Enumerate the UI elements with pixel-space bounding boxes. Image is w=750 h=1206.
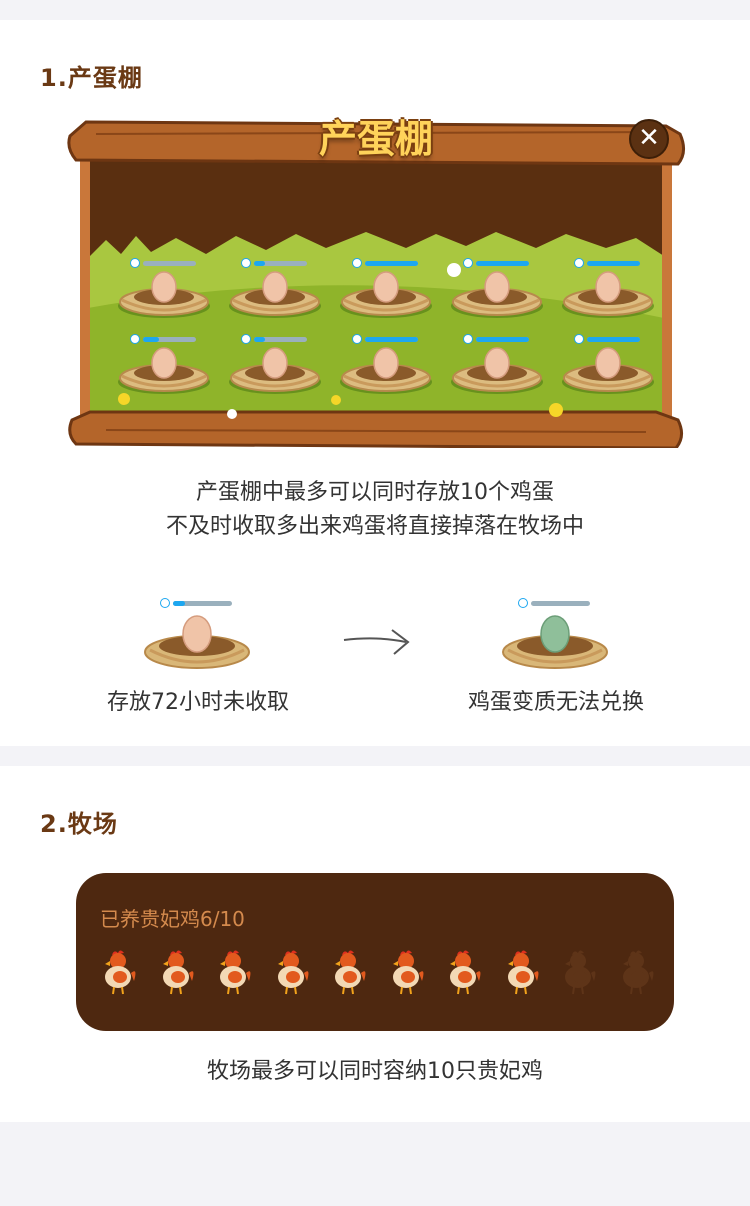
hen-icon (443, 947, 483, 995)
ranch-panel: 已养贵妃鸡6/10 (76, 873, 674, 1031)
spoiled-egg-caption: 鸡蛋变质无法兑换 (467, 690, 644, 715)
clock-icon (130, 334, 140, 344)
nest-timer (352, 334, 418, 344)
hen-empty-slot-icon (558, 947, 598, 995)
nest-timer (352, 258, 418, 268)
fresh-egg-timer (160, 598, 232, 608)
hen-icon (386, 947, 426, 995)
timer-fill (476, 337, 529, 342)
nest-timer (130, 334, 196, 344)
timer-fill (254, 337, 265, 342)
timer-track (143, 261, 196, 266)
clock-icon (574, 334, 584, 344)
egg-nest[interactable] (338, 270, 434, 320)
timer-fill (365, 337, 418, 342)
ranch-desc: 牧场最多可以同时容纳10只贵妃鸡 (207, 1059, 543, 1084)
nest-timer (130, 258, 196, 268)
clock-icon (352, 334, 362, 344)
timer-fill (587, 261, 640, 266)
clock-icon (352, 258, 362, 268)
fresh-egg-nest (144, 615, 250, 669)
hen-icon (501, 947, 541, 995)
clock-icon (518, 598, 528, 608)
clock-icon (241, 258, 251, 268)
section-title-ranch: 2.牧场 (40, 810, 118, 838)
egg-nest[interactable] (227, 346, 323, 396)
egg-shed-board: 产蛋棚 ✕ (66, 108, 686, 448)
hen-empty-slot-icon (616, 947, 656, 995)
timer-track (531, 601, 590, 606)
egg-nest[interactable] (227, 270, 323, 320)
hen-icon (98, 947, 138, 995)
section-title-shed: 1.产蛋棚 (40, 64, 143, 92)
nest-timer (241, 258, 307, 268)
timer-fill (173, 601, 185, 606)
nest-timer (574, 334, 640, 344)
timer-fill (476, 261, 529, 266)
nest-timer (463, 334, 529, 344)
nest-timer (463, 258, 529, 268)
shed-desc-line1: 产蛋棚中最多可以同时存放10个鸡蛋 (196, 480, 554, 505)
close-icon[interactable]: ✕ (629, 119, 669, 159)
spoiled-egg-nest (502, 615, 608, 669)
hen-icon (328, 947, 368, 995)
egg-nest[interactable] (116, 346, 212, 396)
clock-icon (130, 258, 140, 268)
egg-nest[interactable] (560, 346, 656, 396)
timer-fill (365, 261, 418, 266)
nest-timer (241, 334, 307, 344)
egg-nest[interactable] (116, 270, 212, 320)
fresh-egg-caption: 存放72小时未收取 (107, 690, 289, 715)
egg-nest[interactable] (449, 346, 545, 396)
hen-icon (271, 947, 311, 995)
timer-fill (587, 337, 640, 342)
egg-nest[interactable] (560, 270, 656, 320)
clock-icon (574, 258, 584, 268)
nest-timer (574, 258, 640, 268)
arrow-right-icon (343, 629, 410, 655)
egg-nest[interactable] (338, 346, 434, 396)
egg-nest[interactable] (449, 270, 545, 320)
clock-icon (463, 258, 473, 268)
clock-icon (241, 334, 251, 344)
timer-fill (143, 337, 159, 342)
clock-icon (463, 334, 473, 344)
shed-desc-line2: 不及时收取多出来鸡蛋将直接掉落在牧场中 (165, 514, 584, 539)
spoiled-egg-timer (518, 598, 590, 608)
clock-icon (160, 598, 170, 608)
hen-icon (213, 947, 253, 995)
board-title: 产蛋棚 (318, 117, 433, 161)
timer-fill (254, 261, 265, 266)
hen-icon (156, 947, 196, 995)
ranch-count-label: 已养贵妃鸡6/10 (100, 907, 245, 931)
